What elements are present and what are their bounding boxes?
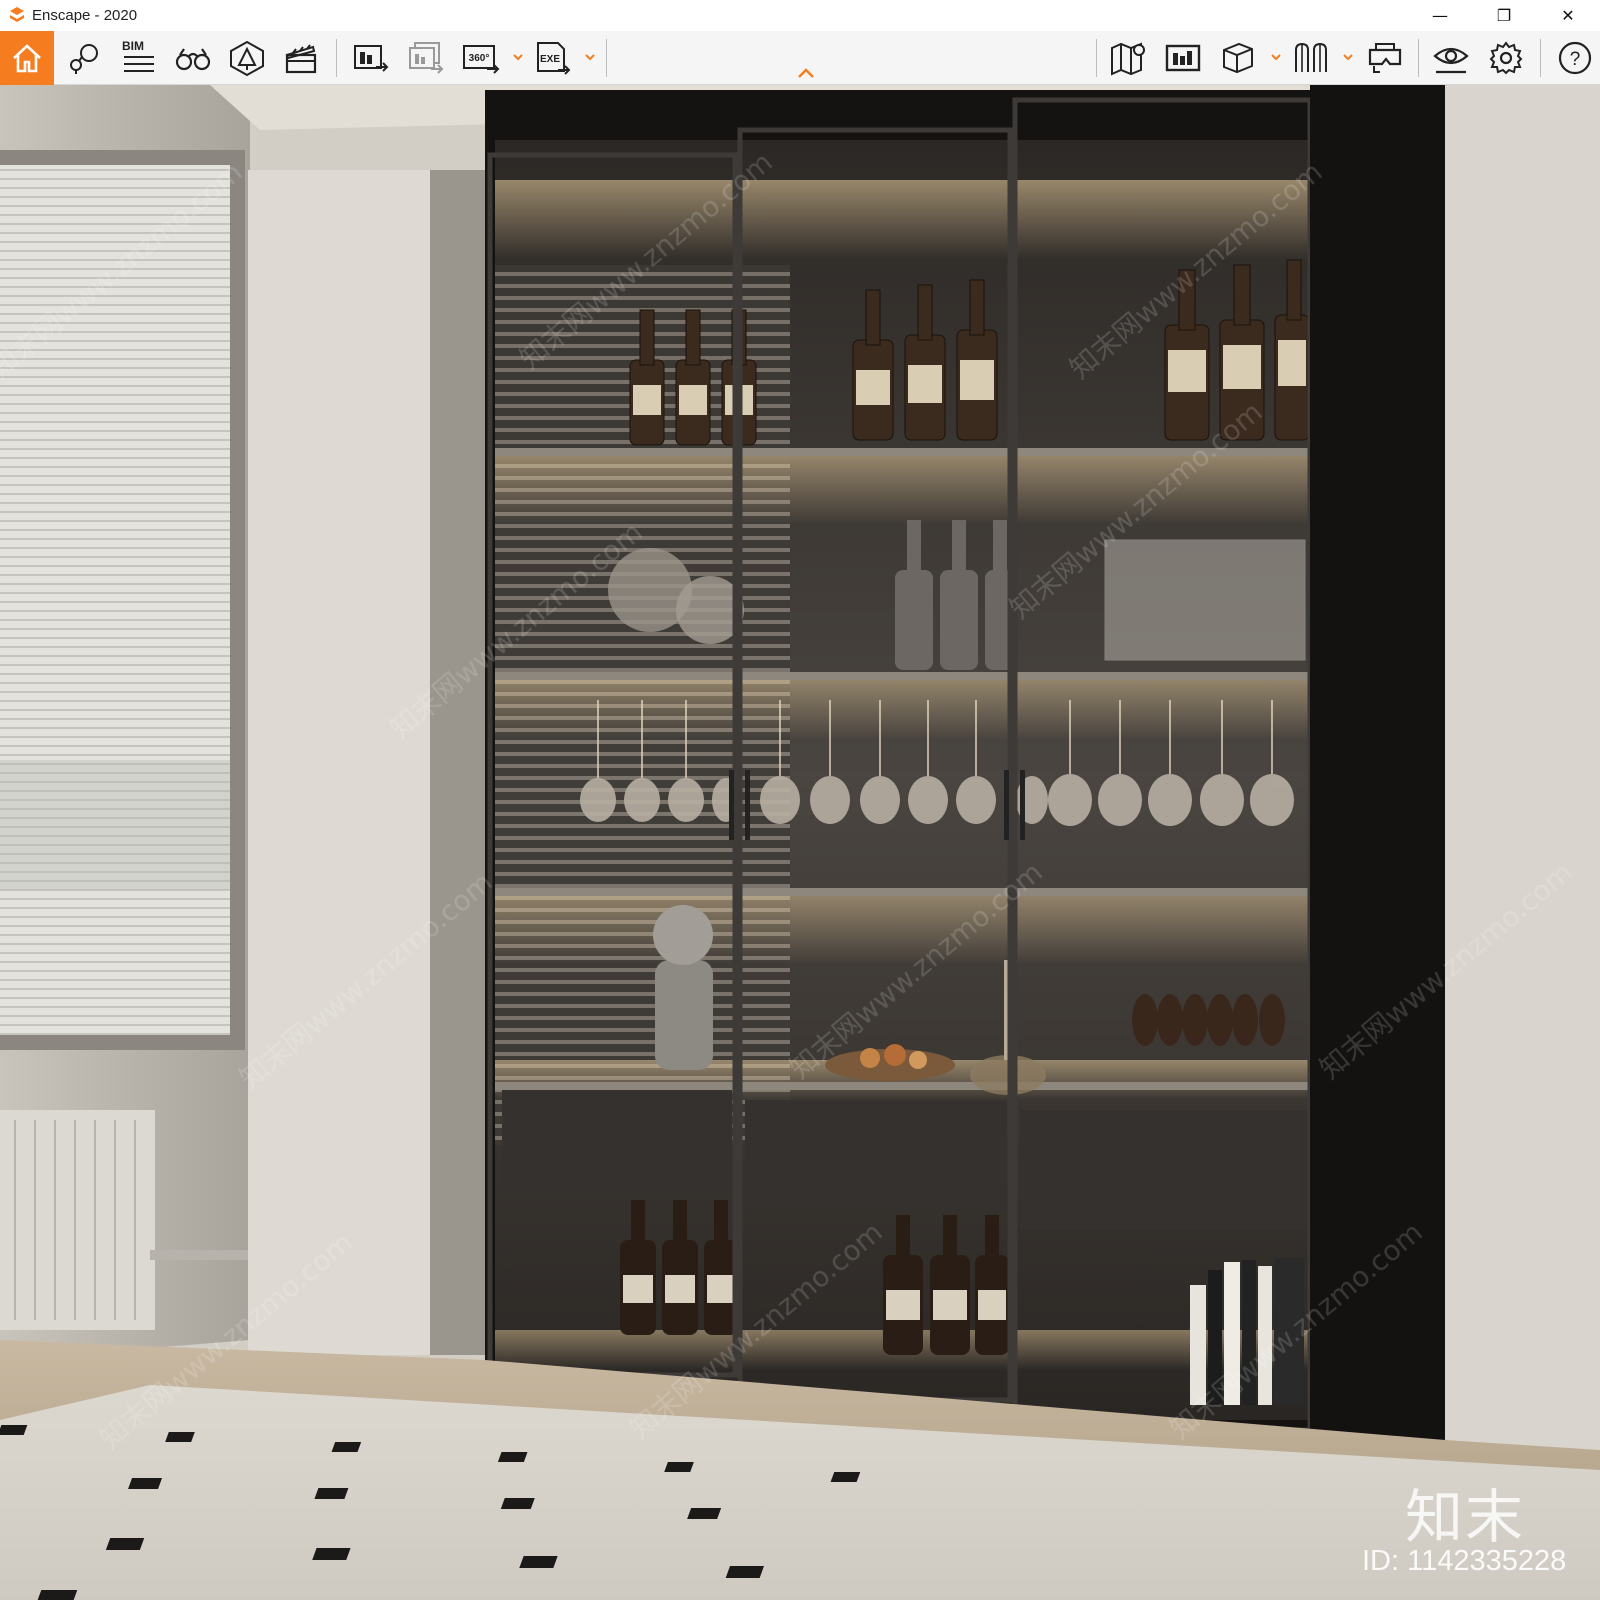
map-button[interactable] bbox=[1105, 31, 1151, 85]
cube-icon bbox=[1223, 42, 1253, 74]
render-image-button[interactable] bbox=[348, 31, 394, 85]
walk-mode-button[interactable] bbox=[170, 31, 216, 85]
scene-render: 知末网www.znzmo.com 知末网www.znzmo.com 知末网www… bbox=[0, 85, 1600, 1600]
binoculars-icon bbox=[175, 48, 211, 71]
panorama-label: 360° bbox=[469, 53, 490, 64]
vr-headset-button[interactable] bbox=[1362, 31, 1408, 85]
vr-headset-icon bbox=[1368, 43, 1402, 73]
bim-button[interactable]: BIM bbox=[116, 31, 162, 85]
window-title: Enscape - 2020 bbox=[32, 7, 138, 24]
section-cube-button[interactable] bbox=[1215, 31, 1261, 85]
toolbar-separator bbox=[336, 39, 337, 77]
asset-library-button[interactable] bbox=[224, 31, 270, 85]
clapperboard-icon bbox=[285, 44, 317, 74]
export-exe-button[interactable]: EXE bbox=[530, 31, 576, 85]
cube-dropdown-chevron-icon[interactable] bbox=[1270, 51, 1282, 63]
home-button[interactable] bbox=[0, 31, 54, 85]
batch-render-button[interactable] bbox=[403, 31, 449, 85]
bim-label: BIM bbox=[122, 39, 144, 53]
settings-button[interactable] bbox=[1483, 31, 1529, 85]
panorama-dropdown-chevron-icon[interactable] bbox=[512, 51, 524, 63]
batch-render-icon bbox=[409, 42, 444, 74]
view-pin-icon bbox=[70, 44, 98, 74]
exe-label: EXE bbox=[540, 54, 560, 65]
asset-library-icon bbox=[230, 40, 264, 77]
panorama-icon: 360° bbox=[463, 45, 500, 74]
help-button[interactable]: ? bbox=[1552, 31, 1598, 85]
svg-text:?: ? bbox=[1570, 49, 1581, 70]
site-context-icon bbox=[1165, 44, 1201, 72]
site-context-button[interactable] bbox=[1160, 31, 1206, 85]
collapse-toolbar-chevron-icon[interactable] bbox=[796, 66, 816, 80]
eye-icon bbox=[1433, 47, 1469, 74]
toolbar-separator bbox=[1418, 39, 1419, 77]
map-icon bbox=[1111, 42, 1145, 76]
render-viewport[interactable]: 知末网www.znzmo.com 知末网www.znzmo.com 知末网www… bbox=[0, 85, 1600, 1600]
toolbar-separator bbox=[1540, 39, 1541, 77]
sync-views-button[interactable] bbox=[1288, 31, 1334, 85]
watermark-id: ID: 1142335228 bbox=[1362, 1545, 1567, 1577]
help-icon: ? bbox=[1558, 41, 1592, 75]
title-bar: Enscape - 2020 — ❐ ✕ bbox=[0, 0, 1600, 31]
render-image-icon bbox=[354, 45, 389, 72]
views-button[interactable] bbox=[62, 31, 108, 85]
sync-views-icon bbox=[1295, 42, 1327, 72]
gear-icon bbox=[1489, 41, 1523, 75]
enscape-toolbar: BIM 360° EXE ? bbox=[0, 31, 1600, 85]
exe-dropdown-chevron-icon[interactable] bbox=[584, 51, 596, 63]
home-icon bbox=[13, 44, 41, 73]
toolbar-separator bbox=[1096, 39, 1097, 77]
minimize-button[interactable]: — bbox=[1408, 0, 1472, 31]
visual-settings-button[interactable] bbox=[1428, 31, 1474, 85]
close-button[interactable]: ✕ bbox=[1536, 0, 1600, 31]
panorama-button[interactable]: 360° bbox=[458, 31, 504, 85]
video-editor-button[interactable] bbox=[278, 31, 324, 85]
enscape-logo-icon bbox=[6, 5, 28, 27]
sync-dropdown-chevron-icon[interactable] bbox=[1342, 51, 1354, 63]
watermark-logo: 知末 bbox=[1405, 1483, 1526, 1551]
export-exe-icon: EXE bbox=[537, 42, 571, 75]
restore-button[interactable]: ❐ bbox=[1472, 0, 1536, 31]
toolbar-separator bbox=[606, 39, 607, 77]
